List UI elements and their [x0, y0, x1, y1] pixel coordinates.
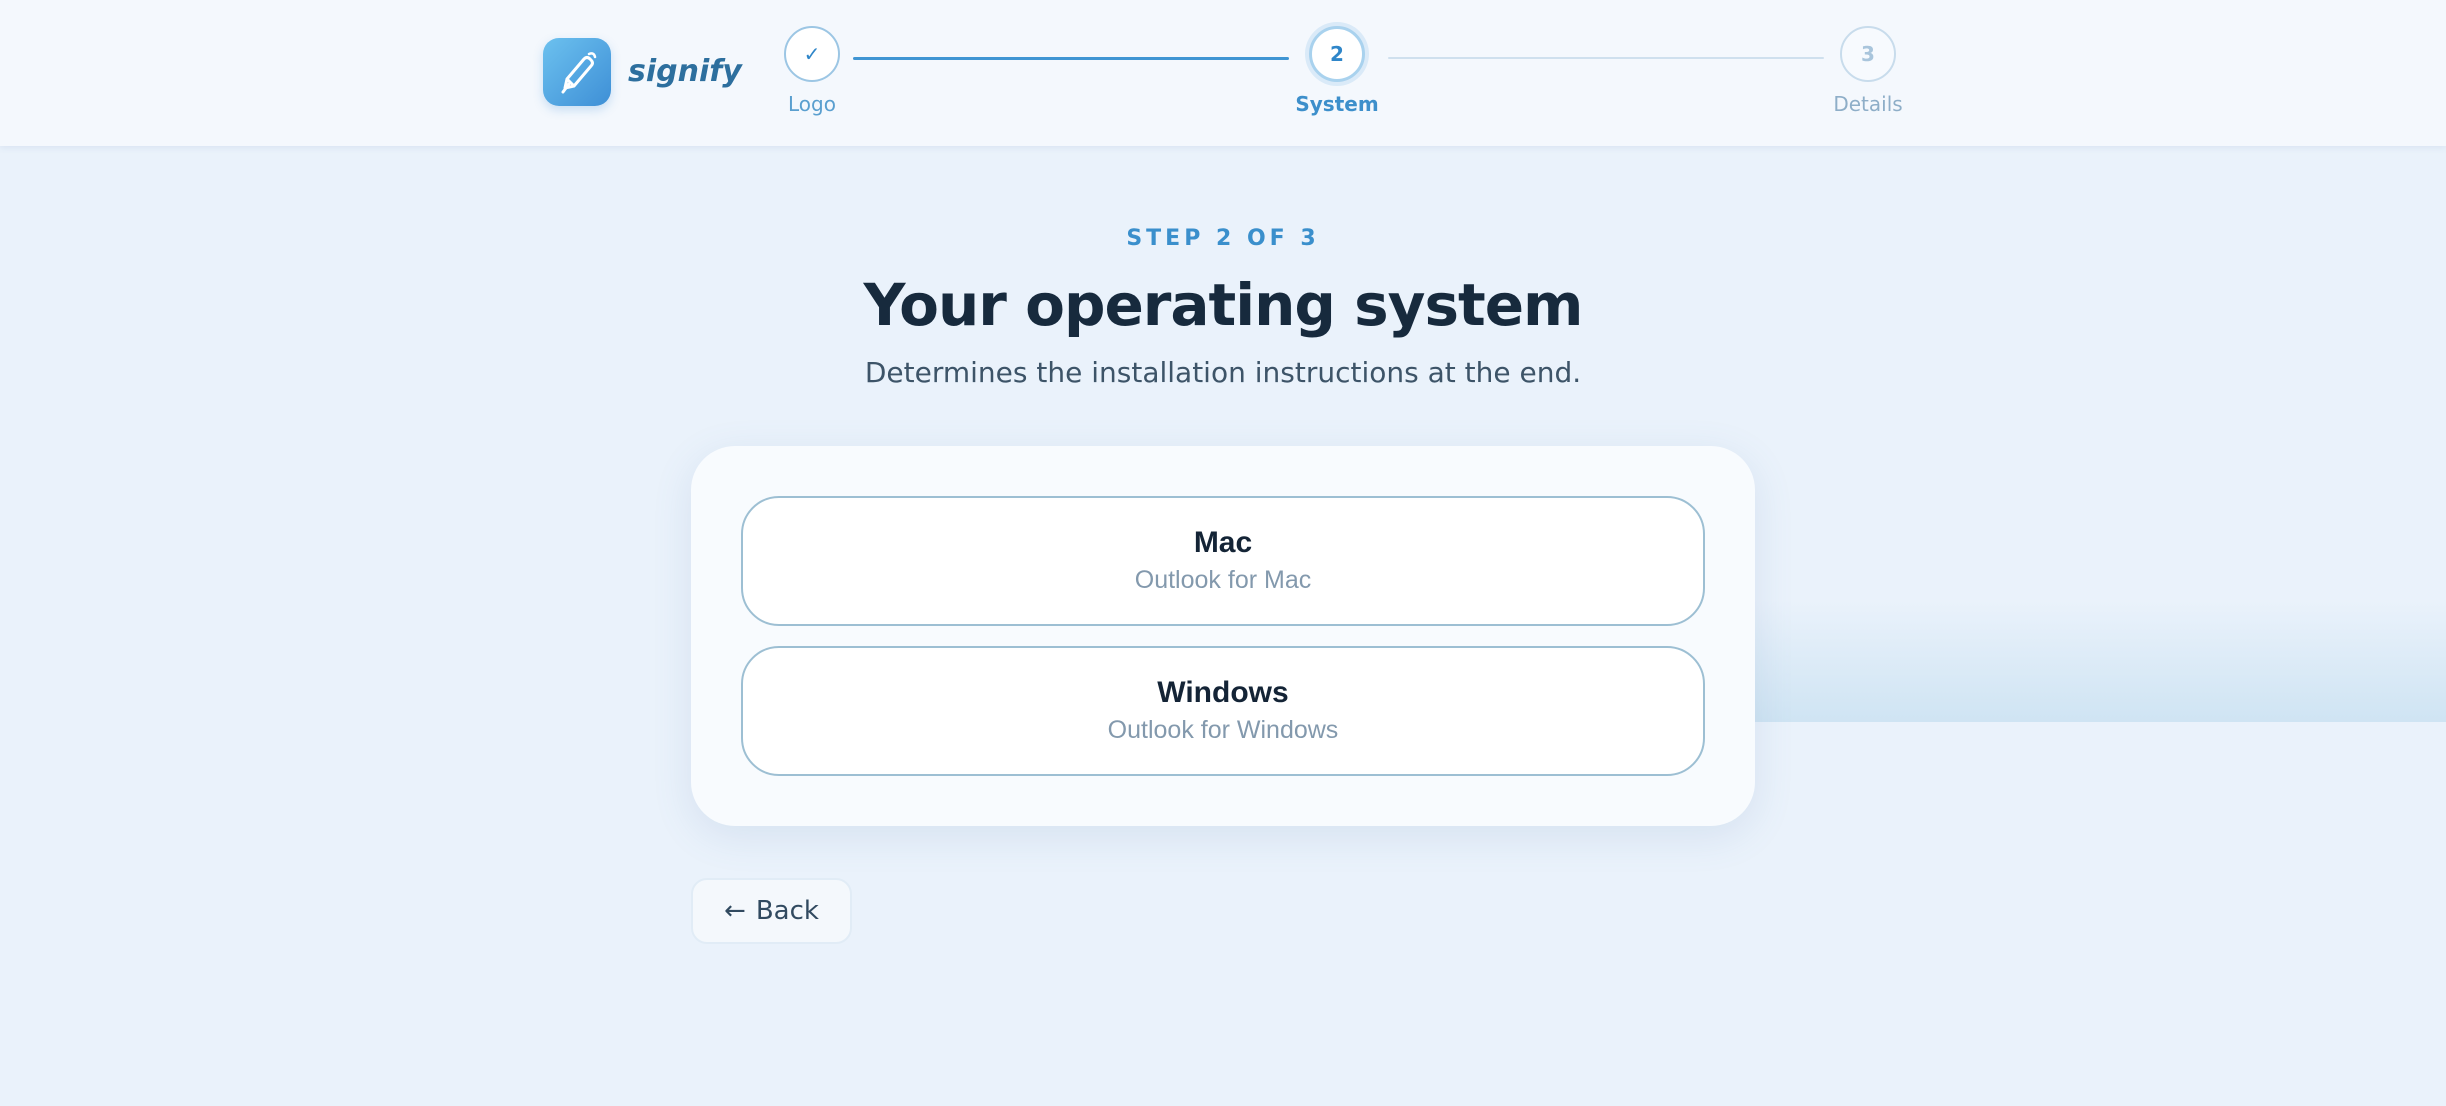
option-title: Windows: [1157, 676, 1289, 709]
step-system-label: System: [1295, 92, 1379, 116]
top-header: signify ✓ 2 3 Logo System Details: [0, 0, 2446, 146]
os-options-card: Mac Outlook for Mac Windows Outlook for …: [691, 446, 1755, 826]
step-indicator: STEP 2 OF 3: [1126, 226, 1320, 251]
step-logo-marker[interactable]: ✓: [784, 26, 840, 82]
step-number: 2: [1330, 42, 1344, 66]
background-band: [1740, 600, 2446, 722]
step-system-marker: 2: [1309, 26, 1365, 82]
stepper-connector-completed: [853, 57, 1289, 60]
page-title: Your operating system: [863, 271, 1583, 339]
option-subtitle: Outlook for Windows: [1107, 716, 1339, 744]
step-details-label: Details: [1833, 92, 1903, 116]
brand-name: signify: [628, 54, 742, 89]
option-windows-button[interactable]: Windows Outlook for Windows: [741, 646, 1705, 776]
pen-icon: [561, 52, 597, 94]
option-subtitle: Outlook for Mac: [1134, 566, 1312, 594]
back-button[interactable]: ← Back: [691, 878, 852, 944]
step-number: 3: [1861, 42, 1875, 66]
step-logo-label[interactable]: Logo: [732, 92, 892, 116]
step-details-marker: 3: [1840, 26, 1896, 82]
logo[interactable]: [543, 38, 611, 106]
page-subtitle: Determines the installation instructions…: [864, 356, 1582, 389]
option-title: Mac: [1193, 526, 1253, 559]
checkmark-icon: ✓: [803, 42, 821, 66]
stepper-connector-pending: [1388, 57, 1824, 59]
back-label: Back: [755, 896, 819, 926]
arrow-left-icon: ←: [724, 896, 746, 926]
option-mac-button[interactable]: Mac Outlook for Mac: [741, 496, 1705, 626]
